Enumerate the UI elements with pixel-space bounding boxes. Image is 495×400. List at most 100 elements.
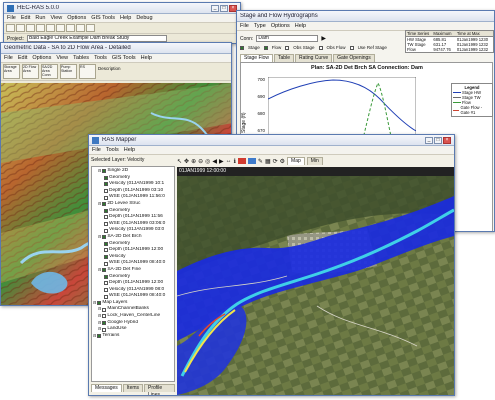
tab-items[interactable]: Items [122, 384, 144, 392]
tree-item[interactable]: ⊟ SA-2D Det Fine [93, 267, 173, 274]
tree-item[interactable]: ⊟ Terrains [93, 333, 173, 340]
tree-item[interactable]: ⊟ LandUse [93, 326, 173, 333]
menu-tools[interactable]: Tools [106, 147, 119, 153]
maximize-button[interactable]: □ [220, 4, 228, 12]
tree-item[interactable]: Velocity (01JAN1999 08:0 [93, 287, 173, 294]
menu-gis-tools[interactable]: GIS Tools [91, 15, 115, 21]
menu-view[interactable]: View [50, 15, 62, 21]
menu-view[interactable]: View [56, 55, 68, 61]
tree-item[interactable]: Depth (01JAN1999 12:00 [93, 280, 173, 287]
tab-table[interactable]: Table [274, 54, 294, 62]
layer-checkbox[interactable] [104, 255, 108, 260]
storage-area-button[interactable]: Storage Area [3, 64, 20, 79]
layer-checkbox[interactable] [104, 281, 108, 286]
time-slider[interactable]: 01JAN1999 12:00:00 [177, 167, 454, 176]
maximize-button[interactable]: □ [434, 136, 442, 144]
tree-item[interactable]: WSE (01JAN1999 03:06:0 [93, 221, 173, 228]
tree-item[interactable]: WSE (01JAN1999 11:56:0 [93, 194, 173, 201]
layer-checkbox[interactable] [102, 307, 107, 312]
menu-gis-tools[interactable]: GIS Tools [112, 55, 136, 61]
layer-checkbox[interactable] [97, 334, 102, 339]
layer-checkbox[interactable] [104, 261, 108, 266]
pan-icon[interactable]: ✥ [184, 158, 189, 165]
menu-tables[interactable]: Tables [73, 55, 89, 61]
zoom-out-icon[interactable]: ⊖ [198, 158, 203, 165]
menu-file[interactable]: File [7, 15, 16, 21]
layer-checkbox[interactable] [102, 202, 107, 207]
tab-rating-curve[interactable]: Rating Curve [294, 54, 333, 62]
menu-file[interactable]: File [92, 147, 101, 153]
tree-item[interactable]: Depth (01JAN1999 03:10 [93, 188, 173, 195]
tree-item[interactable]: Depth (01JAN1999 12:00 [93, 247, 173, 254]
expand-icon[interactable]: ⊟ [98, 306, 101, 313]
pump-station-button[interactable]: Pump Station [60, 64, 77, 79]
settings-icon[interactable]: ⚙ [280, 158, 285, 165]
tab-stage-flow[interactable]: Stage Flow [240, 54, 274, 62]
menu-options[interactable]: Options [271, 23, 290, 29]
menu-file[interactable]: File [4, 55, 13, 61]
tree-item[interactable]: WSE (01JAN1999 08:40:0 [93, 260, 173, 267]
back-icon[interactable]: ◀ [212, 158, 217, 165]
run-icon[interactable] [46, 24, 55, 32]
tree-item[interactable]: ⊟ 2D Levee Struc [93, 201, 173, 208]
tree-item[interactable]: ⊟ Lock_Haven_CenterLine [93, 313, 173, 320]
menu-options[interactable]: Options [67, 15, 86, 21]
menu-edit[interactable]: Edit [21, 15, 30, 21]
tree-item[interactable]: ⊟ MainChannelBanks [93, 306, 173, 313]
tree-item[interactable]: Geometry [93, 274, 173, 281]
layer-checkbox[interactable] [102, 314, 107, 319]
menu-run[interactable]: Run [35, 15, 45, 21]
geometry-icon[interactable] [26, 24, 35, 32]
profile-plot-icon[interactable] [66, 24, 75, 32]
expand-icon[interactable]: ⊟ [98, 326, 101, 333]
layer-checkbox[interactable] [104, 274, 108, 279]
tree-item[interactable]: ⊟ Single 2D [93, 168, 173, 175]
map-button[interactable]: Map [287, 157, 305, 165]
tree-item[interactable]: ⊟ Map Layers [93, 300, 173, 307]
layer-checkbox[interactable] [104, 241, 108, 246]
menu-type[interactable]: Type [254, 23, 266, 29]
layer-checkbox[interactable] [104, 189, 108, 194]
layer-checkbox[interactable] [104, 215, 108, 220]
layer-checkbox[interactable] [104, 175, 108, 180]
layer-checkbox[interactable] [104, 248, 108, 253]
layer-checkbox[interactable] [102, 169, 107, 174]
grid-icon[interactable] [247, 158, 256, 164]
save-icon[interactable] [16, 24, 25, 32]
tree-item[interactable]: Geometry [93, 208, 173, 215]
tab-gate-openings[interactable]: Gate Openings [333, 54, 375, 62]
layer-checkbox[interactable] [104, 222, 108, 227]
pointer-icon[interactable]: ↖ [177, 158, 182, 165]
layer-checkbox[interactable] [104, 208, 108, 213]
tab-profile-lines[interactable]: Profile Lines [144, 384, 175, 395]
menu-tools[interactable]: Tools [94, 55, 107, 61]
layer-checkbox[interactable] [102, 320, 107, 325]
2d-flow-area-button[interactable]: 2D Flow Area [22, 64, 39, 79]
flow-icon[interactable] [36, 24, 45, 32]
rs-button[interactable]: RS [79, 64, 96, 79]
tree-item[interactable]: Depth (01JAN1999 11:56 [93, 214, 173, 221]
menu-help[interactable]: Help [141, 55, 152, 61]
conn-select[interactable]: Dam [256, 35, 319, 42]
profile-icon[interactable]: ✎ [258, 158, 263, 165]
close-button[interactable]: × [443, 136, 451, 144]
expand-icon[interactable]: ⊟ [93, 333, 96, 340]
tree-item[interactable]: ⊟ Google Hybrid [93, 320, 173, 327]
tree-item[interactable]: Geometry [93, 175, 173, 182]
tree-item[interactable]: ⊟ SA-2D Det Brch [93, 234, 173, 241]
flow-checkbox[interactable] [263, 45, 268, 50]
forward-icon[interactable]: ▶ [219, 158, 224, 165]
menu-help[interactable]: Help [120, 15, 131, 21]
layer-checkbox[interactable] [104, 228, 108, 233]
ras-mapper-icon[interactable] [86, 24, 95, 32]
layer-color-icon[interactable] [237, 158, 246, 164]
layer-checkbox[interactable] [102, 268, 107, 273]
xs-plot-icon[interactable] [56, 24, 65, 32]
tree-item[interactable]: Velocity (01JAN1999 03:0 [93, 227, 173, 234]
minimize-button[interactable]: _ [211, 4, 219, 12]
stage-checkbox[interactable] [240, 45, 244, 50]
animate-icon[interactable]: ⟳ [273, 158, 278, 165]
zoom-in-icon[interactable]: ⊕ [191, 158, 196, 165]
menu-options[interactable]: Options [32, 55, 51, 61]
expand-icon[interactable]: ⊟ [98, 313, 101, 320]
